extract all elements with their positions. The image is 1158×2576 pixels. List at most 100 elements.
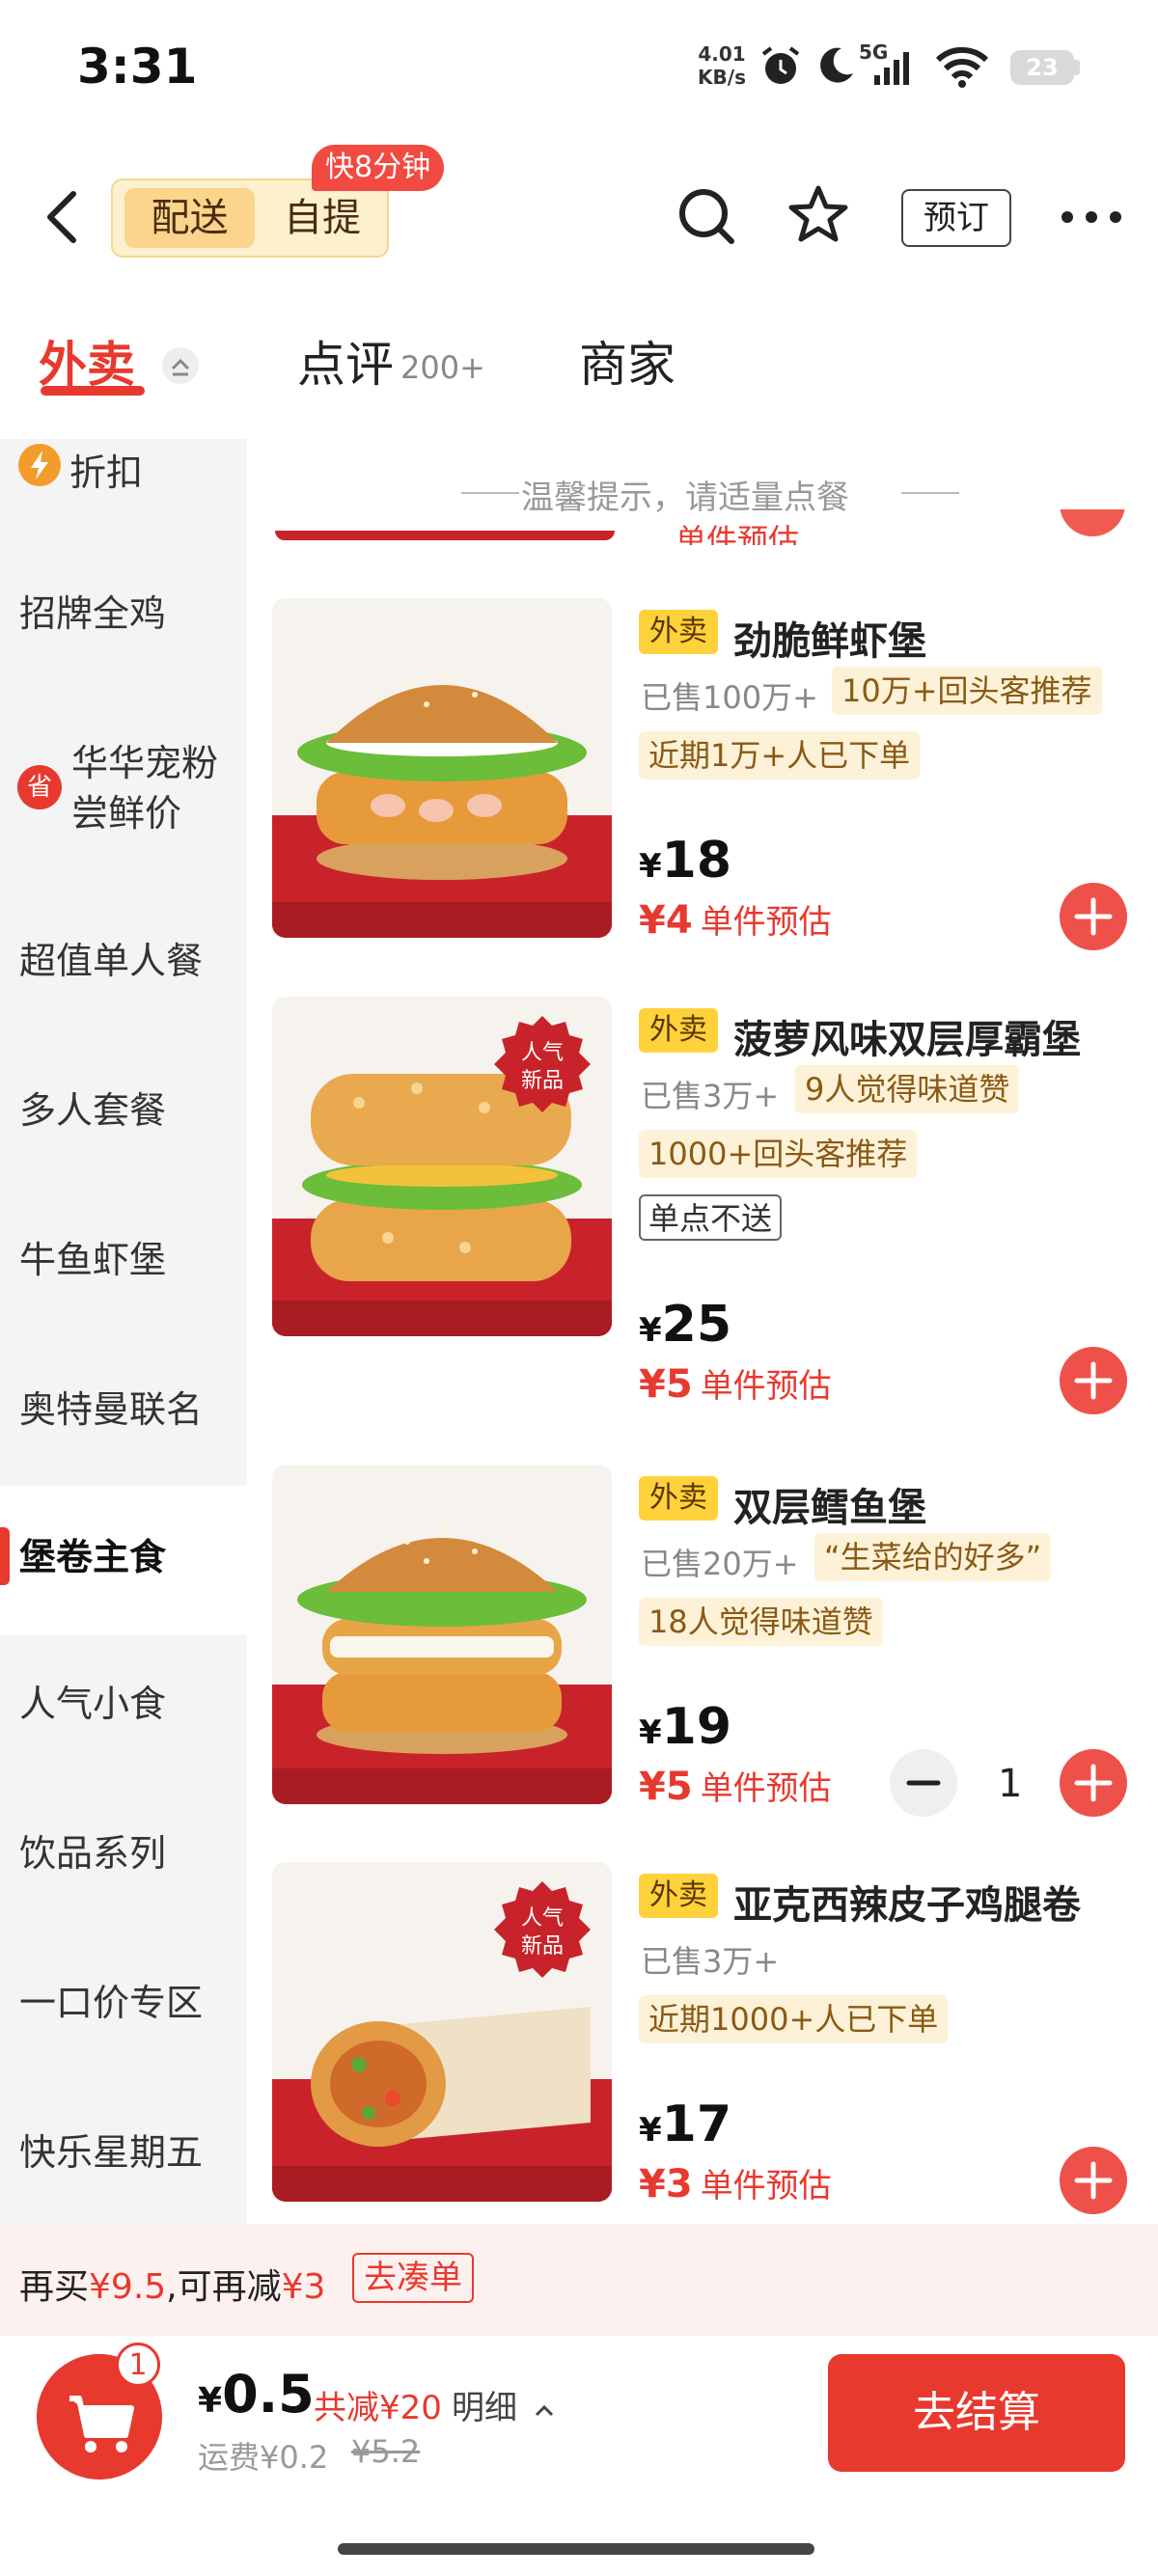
sidebar-item-fixed-price[interactable]: 一口价专区 — [0, 1973, 247, 2031]
network-speed: 4.01 KB/s — [693, 42, 751, 89]
total-price: ¥0.5 — [198, 2364, 315, 2425]
product-tag: 18人觉得味道赞 — [639, 1598, 883, 1646]
divider — [901, 492, 959, 494]
tab-reviews[interactable]: 点评 — [297, 326, 394, 396]
sidebar-item-burgers-wraps[interactable]: 堡卷主食 — [0, 1486, 247, 1635]
promo-bar: 再买¥9.5,可再减¥3 去凑单 — [0, 2224, 1158, 2336]
product-card-pineapple-burger[interactable]: 人气 新品 外卖 菠萝风味双层厚霸堡 已售3万+ 9人觉得味道赞 1000+回头… — [272, 997, 1158, 1421]
no-single-delivery-tag: 单点不送 — [639, 1194, 783, 1241]
product-price: ¥25 — [639, 1296, 732, 1354]
ordering-tip: 温馨提示，请适量点餐 — [521, 479, 849, 517]
reserve-button[interactable]: 预订 — [901, 189, 1011, 247]
original-delivery-fee: ¥5.2 — [351, 2433, 421, 2470]
search-icon[interactable] — [676, 185, 739, 249]
mode-pickup-option[interactable]: 自提 — [269, 188, 375, 248]
promo-text: 再买¥9.5,可再减¥3 — [19, 2267, 326, 2307]
svg-text:新品: 新品 — [521, 1934, 564, 1959]
add-icon[interactable] — [1060, 1749, 1127, 1817]
product-tag: 近期1000+人已下单 — [639, 1995, 949, 2043]
product-tag: “生菜给的好多” — [814, 1533, 1052, 1581]
network-speed-value: 4.01 — [698, 42, 746, 66]
tab-merchant[interactable]: 商家 — [579, 326, 676, 396]
battery-indicator: 23 — [1010, 50, 1074, 85]
product-image: 人气 新品 — [272, 1862, 612, 2202]
status-bar: 3:31 4.01 KB/s 5G 23 — [0, 0, 1158, 135]
reviews-count: 200+ — [400, 349, 485, 386]
quantity: 1 — [998, 1762, 1023, 1806]
product-card-cod-burger[interactable]: 外卖 双层鳕鱼堡 已售20万+ “生菜给的好多” 18人觉得味道赞 ¥19 ¥5… — [272, 1465, 1158, 1850]
product-name: 菠萝风味双层厚霸堡 — [733, 1018, 1081, 1062]
sold-count: 已售3万+ — [641, 1078, 780, 1114]
popular-new-badge: 人气 新品 — [494, 1016, 591, 1112]
discount-flash-icon — [18, 444, 61, 486]
sidebar-item-snacks[interactable]: 人气小食 — [0, 1674, 247, 1732]
sidebar-active-indicator — [0, 1527, 10, 1585]
add-more-button[interactable]: 去凑单 — [352, 2253, 474, 2303]
speed-badge: 快8分钟 — [312, 145, 445, 191]
previous-add-icon[interactable] — [1060, 509, 1125, 548]
fish-burger-illustration — [272, 1465, 612, 1804]
active-tab-underline — [41, 386, 145, 396]
more-options-icon[interactable] — [1060, 205, 1123, 230]
sidebar-item-label: 牛鱼虾堡 — [19, 1239, 167, 1281]
product-name: 亚克西辣皮子鸡腿卷 — [733, 1883, 1081, 1928]
estimated-price: ¥4 单件预估 — [639, 898, 832, 943]
product-image — [272, 1465, 612, 1804]
previous-item-estimate: 单件预估 — [676, 522, 800, 545]
sidebar-item-drinks[interactable]: 饮品系列 — [0, 1823, 247, 1881]
favorite-star-icon[interactable] — [786, 183, 850, 247]
product-tag: 9人觉得味道赞 — [795, 1065, 1020, 1113]
sidebar-item-label: 人气小食 — [19, 1683, 167, 1725]
product-tag: 1000+回头客推荐 — [639, 1130, 918, 1178]
sidebar-item-discount[interactable]: 折扣 — [0, 439, 247, 507]
product-tag: 近期1万+人已下单 — [639, 731, 921, 780]
sold-count: 已售100万+ — [641, 679, 818, 716]
price-detail-toggle[interactable]: 明细 — [452, 2381, 555, 2428]
mode-delivery-option[interactable]: 配送 — [124, 188, 255, 248]
chevron-up-icon — [535, 2404, 553, 2417]
sidebar-item-ultraman[interactable]: 奥特曼联名 — [0, 1380, 247, 1438]
sidebar-item-signature-chicken[interactable]: 招牌全鸡 — [0, 584, 247, 642]
product-card-shrimp-burger[interactable]: 外卖 劲脆鲜虾堡 已售100万+ 10万+回头客推荐 近期1万+人已下单 ¥18… — [272, 598, 1158, 950]
sidebar-item-group-meal[interactable]: 多人套餐 — [0, 1081, 247, 1138]
product-tag: 10万+回头客推荐 — [832, 667, 1102, 715]
sidebar-item-label: 多人套餐 — [19, 1089, 167, 1132]
back-arrow-icon[interactable] — [39, 188, 87, 246]
checkout-button[interactable]: 去结算 — [828, 2354, 1125, 2472]
sidebar-item-label: 一口价专区 — [19, 1982, 204, 2024]
category-sidebar: 折扣 招牌全鸡 省 华华宠粉尝鲜价 超值单人餐 多人套餐 牛鱼虾堡 奥特曼联名 … — [0, 439, 247, 2224]
add-icon[interactable] — [1060, 2147, 1127, 2214]
takeout-tag: 外卖 — [639, 1476, 718, 1521]
home-indicator[interactable] — [338, 2543, 814, 2555]
sidebar-item-friday[interactable]: 快乐星期五 — [0, 2123, 247, 2180]
sidebar-item-label: 招牌全鸡 — [19, 592, 167, 635]
popular-new-badge: 人气 新品 — [494, 1881, 591, 1978]
divider — [461, 492, 519, 494]
product-image: 人气 新品 — [272, 997, 612, 1336]
sidebar-item-single-meal[interactable]: 超值单人餐 — [0, 931, 247, 989]
sidebar-item-beef-fish-shrimp[interactable]: 牛鱼虾堡 — [0, 1230, 247, 1288]
alarm-icon — [761, 46, 800, 84]
sidebar-item-fan-price[interactable]: 省 华华宠粉尝鲜价 — [0, 738, 247, 844]
wifi-icon — [935, 46, 989, 88]
sold-count: 已售20万+ — [641, 1546, 799, 1582]
product-price: ¥18 — [639, 832, 732, 890]
estimated-price: ¥5 单件预估 — [639, 1362, 832, 1407]
takeout-tag: 外卖 — [639, 1874, 718, 1918]
sidebar-item-label: 奥特曼联名 — [19, 1388, 204, 1431]
add-icon[interactable] — [1060, 1347, 1127, 1414]
delivery-fee: 运费¥0.2 — [198, 2439, 329, 2476]
product-card-chicken-wrap[interactable]: 人气 新品 外卖 亚克西辣皮子鸡腿卷 已售3万+ 近期1000+人已下单 ¥17… — [272, 1862, 1158, 2219]
add-icon[interactable] — [1060, 883, 1127, 950]
moon-icon — [820, 47, 853, 83]
takeout-tag: 外卖 — [639, 1008, 718, 1053]
product-name: 双层鳕鱼堡 — [733, 1486, 926, 1530]
total-savings: 共减¥20 — [314, 2389, 442, 2427]
remove-icon[interactable] — [890, 1749, 957, 1817]
cart-count-badge: 1 — [116, 2343, 160, 2387]
estimated-price: ¥5 单件预估 — [639, 1765, 832, 1809]
sold-count: 已售3万+ — [641, 1943, 780, 1980]
save-badge-icon: 省 — [17, 765, 62, 809]
sidebar-item-label: 饮品系列 — [19, 1832, 167, 1875]
collapse-up-icon[interactable] — [162, 347, 199, 384]
